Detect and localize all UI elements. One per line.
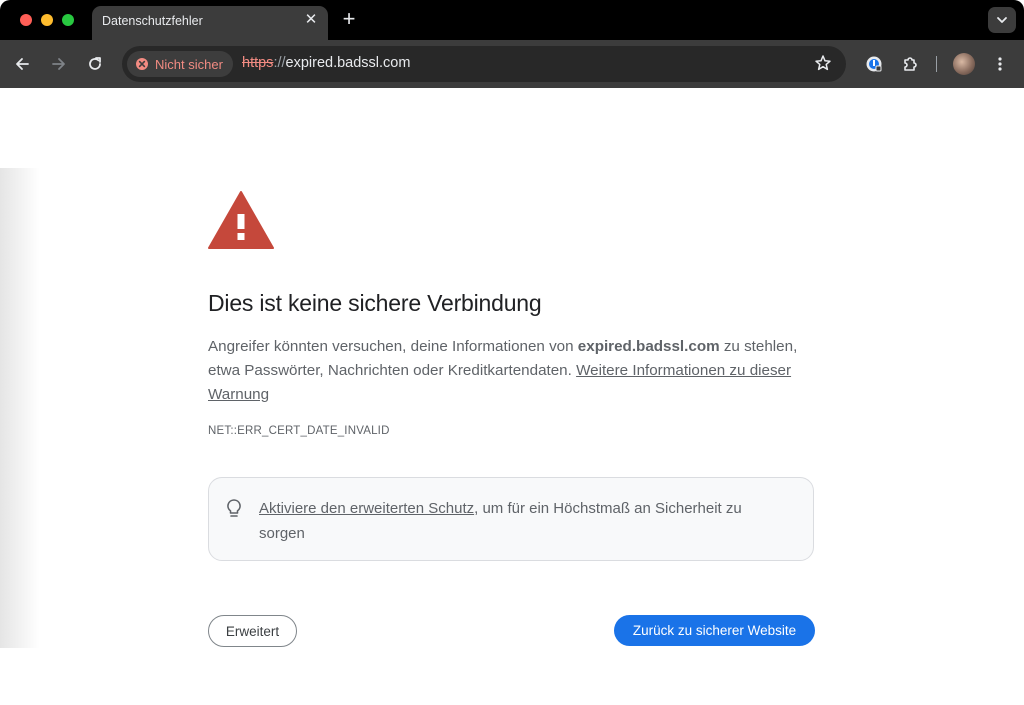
toolbar: Nicht sicher https://expired.badssl.com [0, 40, 1024, 88]
browser-window: Datenschutzfehler ✕ + Nicht sicher https… [0, 0, 1024, 705]
url-scheme: https [242, 55, 274, 71]
tab-active[interactable]: Datenschutzfehler ✕ [92, 6, 328, 40]
back-button[interactable] [8, 50, 36, 78]
url-host: expired.badssl.com [285, 55, 411, 71]
enhanced-protection-tip: Aktiviere den erweiterten Schutz, um für… [208, 477, 814, 561]
close-window-button[interactable] [20, 14, 32, 26]
chevron-down-icon [997, 17, 1007, 23]
error-code: NET::ERR_CERT_DATE_INVALID [208, 425, 390, 437]
advanced-button[interactable]: Erweitert [208, 615, 297, 647]
more-menu-icon [998, 57, 1002, 71]
page-title: Dies ist keine sichere Verbindung [208, 290, 542, 316]
back-to-safety-button[interactable]: Zurück zu sicherer Website [614, 615, 815, 646]
interstitial-page: Dies ist keine sichere Verbindung Angrei… [0, 88, 1024, 705]
address-bar[interactable]: Nicht sicher https://expired.badssl.com [122, 46, 846, 82]
tab-strip: Datenschutzfehler ✕ + [0, 0, 1024, 40]
new-tab-button[interactable]: + [338, 8, 360, 30]
minimize-window-button[interactable] [41, 14, 53, 26]
back-icon [16, 58, 29, 70]
close-tab-icon[interactable]: ✕ [302, 11, 320, 29]
password-manager-button[interactable] [860, 50, 888, 78]
description-prefix: Angreifer könnten versuchen, deine Infor… [208, 338, 578, 355]
toolbar-divider [936, 56, 937, 72]
tip-text: Aktiviere den erweiterten Schutz, um für… [259, 496, 789, 546]
security-chip-label: Nicht sicher [155, 56, 223, 72]
reload-icon [89, 57, 101, 70]
warning-description: Angreifer könnten versuchen, deine Infor… [208, 335, 820, 407]
url-text[interactable]: https://expired.badssl.com [242, 55, 410, 71]
tab-search-button[interactable] [988, 7, 1016, 33]
url-separator: :// [273, 55, 286, 71]
extensions-icon [904, 57, 917, 71]
security-chip[interactable]: Nicht sicher [127, 51, 233, 77]
password-manager-icon [866, 56, 882, 72]
star-icon [815, 55, 831, 71]
forward-icon [52, 58, 65, 70]
maximize-window-button[interactable] [62, 14, 74, 26]
lightbulb-icon [227, 499, 241, 517]
description-host: expired.badssl.com [577, 338, 720, 355]
avatar[interactable] [953, 53, 975, 75]
not-secure-icon [136, 58, 148, 70]
bookmark-button[interactable] [814, 54, 832, 77]
reload-button[interactable] [81, 50, 109, 78]
forward-button[interactable] [45, 50, 73, 78]
warning-icon [208, 191, 274, 249]
enhanced-protection-link[interactable]: Aktiviere den erweiterten Schutz [259, 500, 474, 517]
more-menu-button[interactable] [986, 50, 1014, 78]
extensions-button[interactable] [896, 50, 924, 78]
tab-title: Datenschutzfehler [102, 14, 203, 28]
